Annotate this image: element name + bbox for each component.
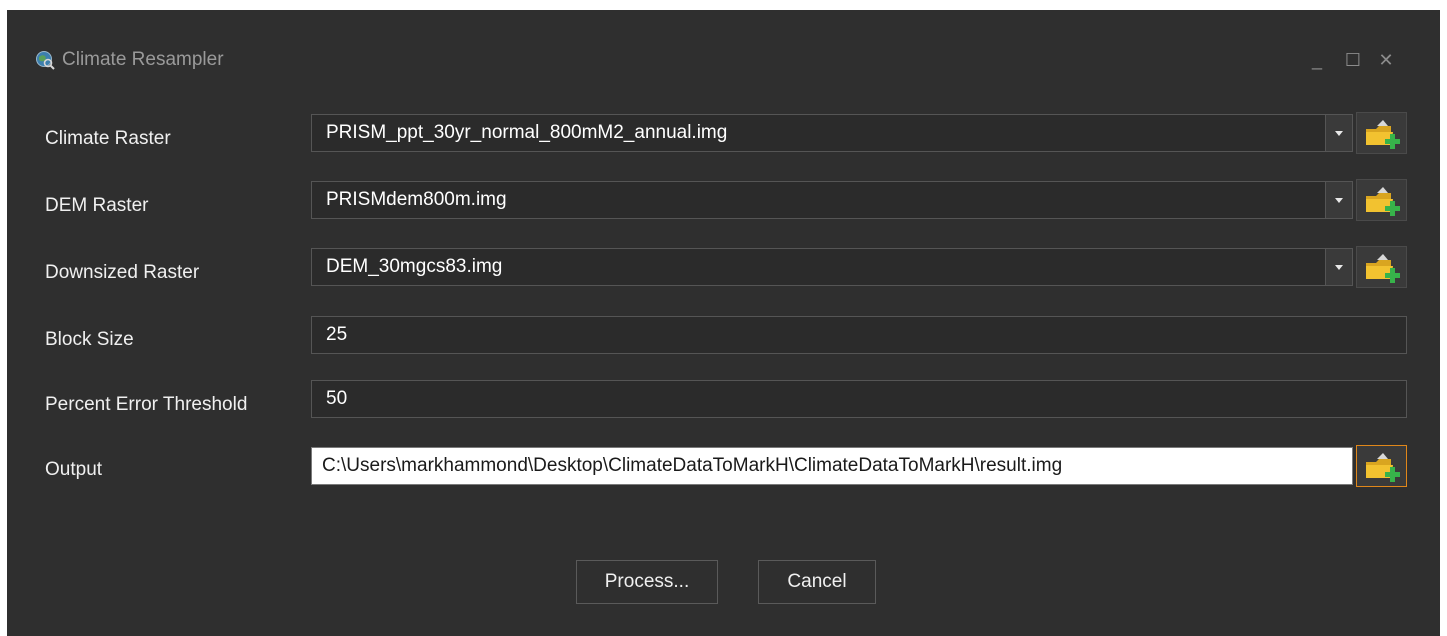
climate-raster-browse-button[interactable] — [1356, 112, 1407, 154]
downsized-raster-value: DEM_30mgcs83.img — [326, 256, 503, 277]
window-title: Climate Resampler — [62, 49, 224, 70]
output-path-value: C:\Users\markhammond\Desktop\ClimateData… — [322, 455, 1063, 476]
percent-error-threshold-value: 50 — [326, 388, 348, 409]
minimize-button[interactable]: _ — [1303, 46, 1331, 74]
climate-raster-label: Climate Raster — [45, 128, 171, 149]
dropdown-arrow-icon — [1335, 198, 1343, 203]
output-path-input[interactable]: C:\Users\markhammond\Desktop\ClimateData… — [311, 447, 1353, 485]
cancel-button[interactable]: Cancel — [758, 560, 876, 604]
maximize-button[interactable]: ☐ — [1339, 46, 1367, 74]
downsized-raster-browse-button[interactable] — [1356, 246, 1407, 288]
dem-raster-browse-button[interactable] — [1356, 179, 1407, 221]
percent-error-threshold-label: Percent Error Threshold — [45, 394, 248, 415]
climate-raster-dropdown-button[interactable] — [1325, 115, 1352, 151]
block-size-label: Block Size — [45, 329, 134, 350]
climate-resampler-window: Climate Resampler _ ☐ ✕ Climate Raster P… — [7, 10, 1440, 636]
downsized-raster-combobox[interactable]: DEM_30mgcs83.img — [311, 248, 1353, 286]
percent-error-threshold-input[interactable]: 50 — [311, 380, 1407, 418]
downsized-raster-label: Downsized Raster — [45, 262, 200, 283]
block-size-value: 25 — [326, 324, 348, 345]
output-label: Output — [45, 459, 103, 480]
dem-raster-value: PRISMdem800m.img — [326, 189, 507, 210]
dem-raster-dropdown-button[interactable] — [1325, 182, 1352, 218]
process-button[interactable]: Process... — [576, 560, 718, 604]
close-button[interactable]: ✕ — [1372, 46, 1400, 74]
block-size-input[interactable]: 25 — [311, 316, 1407, 354]
dem-raster-label: DEM Raster — [45, 195, 149, 216]
climate-raster-value: PRISM_ppt_30yr_normal_800mM2_annual.img — [326, 122, 728, 143]
output-browse-button[interactable] — [1356, 445, 1407, 487]
climate-raster-combobox[interactable]: PRISM_ppt_30yr_normal_800mM2_annual.img — [311, 114, 1353, 152]
dem-raster-combobox[interactable]: PRISMdem800m.img — [311, 181, 1353, 219]
dropdown-arrow-icon — [1335, 131, 1343, 136]
downsized-raster-dropdown-button[interactable] — [1325, 249, 1352, 285]
dropdown-arrow-icon — [1335, 265, 1343, 270]
title-bar[interactable]: Climate Resampler _ ☐ ✕ — [7, 10, 1440, 90]
globe-magnifier-icon — [35, 50, 55, 70]
